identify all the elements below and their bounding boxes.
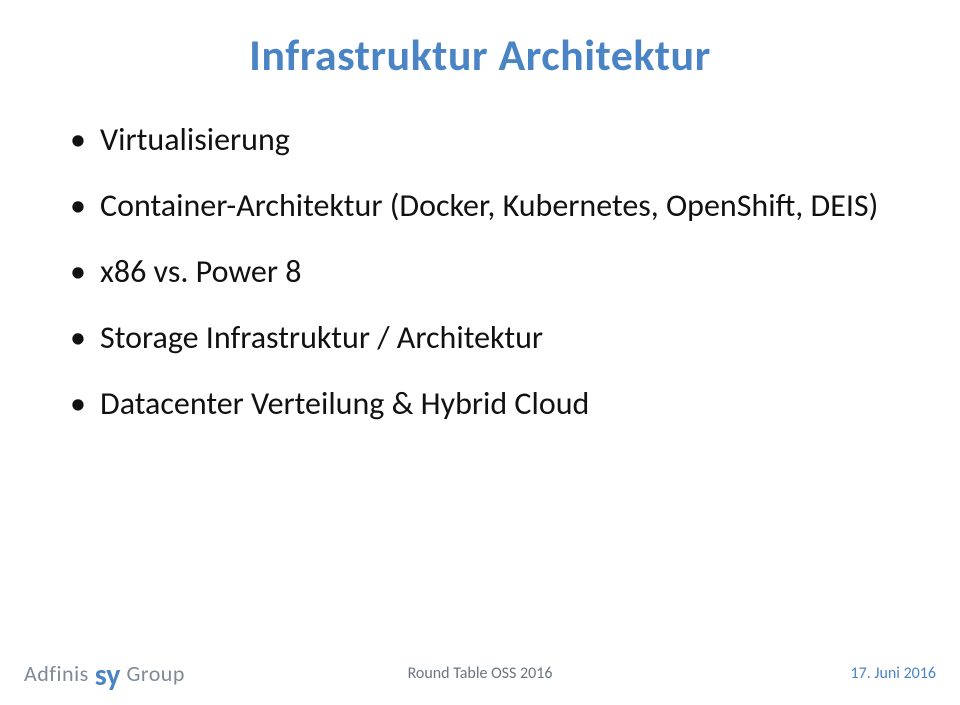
slide-footer: Adfinis sy Group Round Table OSS 2016 17… xyxy=(24,647,936,687)
logo-text-left: Adfinis xyxy=(24,660,89,687)
list-item: Virtualisierung xyxy=(70,120,900,160)
bullet-list: Virtualisierung Container-Architektur (D… xyxy=(70,120,900,424)
list-item: x86 vs. Power 8 xyxy=(70,252,900,292)
slide-content: Virtualisierung Container-Architektur (D… xyxy=(70,120,900,450)
list-item: Container-Architektur (Docker, Kubernete… xyxy=(70,186,900,226)
slide-title: Infrastruktur Architektur xyxy=(0,28,960,82)
footer-date: 17. Juni 2016 xyxy=(850,664,936,683)
footer-center-text: Round Table OSS 2016 xyxy=(408,664,553,683)
logo-text-mid: sy xyxy=(95,662,121,689)
logo-text-right: Group xyxy=(127,660,185,687)
company-logo: Adfinis sy Group xyxy=(24,660,185,687)
slide: Infrastruktur Architektur Virtualisierun… xyxy=(0,0,960,705)
list-item: Storage Infrastruktur / Architektur xyxy=(70,318,900,358)
list-item: Datacenter Verteilung & Hybrid Cloud xyxy=(70,384,900,424)
